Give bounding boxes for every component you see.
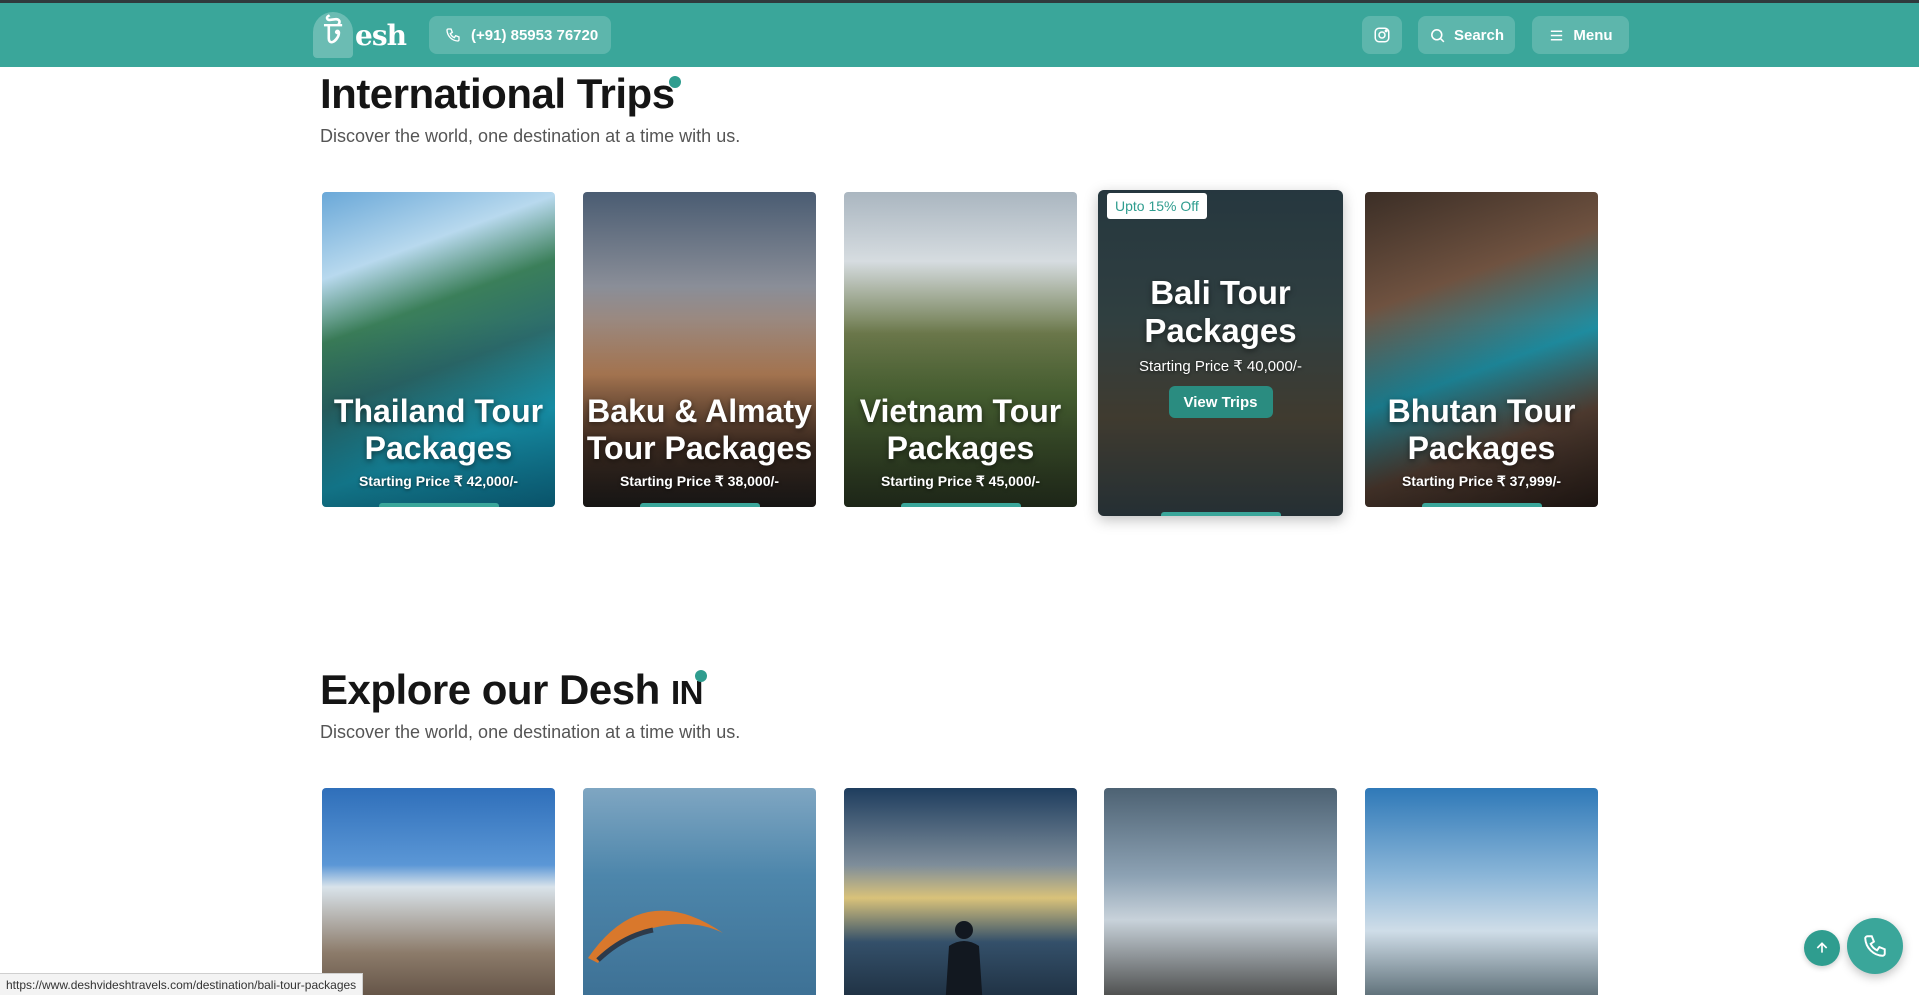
instagram-icon <box>1374 27 1390 43</box>
card-title: Thailand Tour Packages <box>333 393 544 466</box>
view-trips-button[interactable]: View Trips <box>1168 386 1273 418</box>
card-price: Starting Price ₹ 37,999/- <box>1401 473 1562 489</box>
international-section-subtitle: Discover the world, one destination at a… <box>320 126 741 146</box>
menu-label: Menu <box>1573 26 1613 44</box>
card-shade <box>1098 190 1343 516</box>
phone-number: (+91) 85953 76720 <box>471 26 599 44</box>
logo-text: esh <box>355 18 407 52</box>
international-section-title: International Trips <box>320 70 681 118</box>
card-price: Starting Price ₹ 40,000/- <box>1139 358 1302 375</box>
bhutan-tour-card[interactable]: Bhutan Tour Packages Starting Price ₹ 37… <box>1365 192 1598 507</box>
card-accent-bar <box>1421 503 1542 507</box>
card-price: Starting Price ₹ 38,000/- <box>619 473 780 489</box>
explore-destination-card[interactable] <box>583 788 816 995</box>
bali-tour-card[interactable]: Upto 15% Off Bali Tour Packages Starting… <box>1098 190 1343 516</box>
thailand-tour-card[interactable]: Thailand Tour Packages Starting Price ₹ … <box>322 192 555 507</box>
international-title-text: International Trips <box>320 70 675 117</box>
menu-button[interactable]: Menu <box>1532 16 1629 54</box>
explore-section-subtitle: Discover the world, one destination at a… <box>320 722 741 742</box>
explore-destination-card[interactable] <box>844 788 1077 995</box>
card-title: Bali Tour Packages <box>1144 274 1297 349</box>
title-accent-dot <box>669 76 681 88</box>
explore-title-text: Explore our Desh <box>320 666 660 713</box>
card-accent-bar <box>900 503 1021 507</box>
search-label: Search <box>1453 26 1505 44</box>
phone-icon <box>446 28 460 42</box>
explore-destination-card[interactable] <box>1104 788 1337 995</box>
title-accent-dot <box>695 670 707 682</box>
phone-button[interactable]: (+91) 85953 76720 <box>429 16 611 54</box>
baku-almaty-tour-card[interactable]: Baku & Almaty Tour Packages Starting Pri… <box>583 192 816 507</box>
explore-destination-card[interactable] <box>322 788 555 995</box>
paraglider-shape <box>588 910 723 963</box>
hamburger-icon <box>1551 29 1563 41</box>
card-accent-bar <box>639 503 760 507</box>
call-button[interactable] <box>1847 918 1903 974</box>
phone-icon <box>1864 935 1886 957</box>
explore-section-title: Explore our Desh IN <box>320 666 707 714</box>
vietnam-tour-card[interactable]: Vietnam Tour Packages Starting Price ₹ 4… <box>844 192 1077 507</box>
logo-mark: ট <box>313 12 353 58</box>
card-accent-bar <box>1160 512 1281 516</box>
arrow-up-icon <box>1816 942 1828 953</box>
scroll-to-top-button[interactable] <box>1804 930 1840 966</box>
instagram-button[interactable] <box>1362 16 1402 54</box>
card-title: Bhutan Tour Packages <box>1387 393 1576 466</box>
card-accent-bar <box>378 503 499 507</box>
search-icon <box>1431 28 1445 42</box>
explore-destination-card[interactable] <box>1365 788 1598 995</box>
card-price: Starting Price ₹ 42,000/- <box>358 473 519 489</box>
card-price: Starting Price ₹ 45,000/- <box>880 473 1041 489</box>
browser-status-url: https://www.deshvideshtravels.com/destin… <box>0 973 364 995</box>
site-logo[interactable]: ট esh <box>313 11 407 59</box>
offer-badge: Upto 15% Off <box>1107 193 1207 219</box>
search-button[interactable]: Search <box>1418 16 1515 54</box>
card-title: Baku & Almaty Tour Packages <box>586 393 813 466</box>
site-header: ট esh (+91) 85953 76720 Search Menu <box>0 3 1919 67</box>
card-title: Vietnam Tour Packages <box>859 393 1062 466</box>
hiker-silhouette <box>945 921 983 995</box>
